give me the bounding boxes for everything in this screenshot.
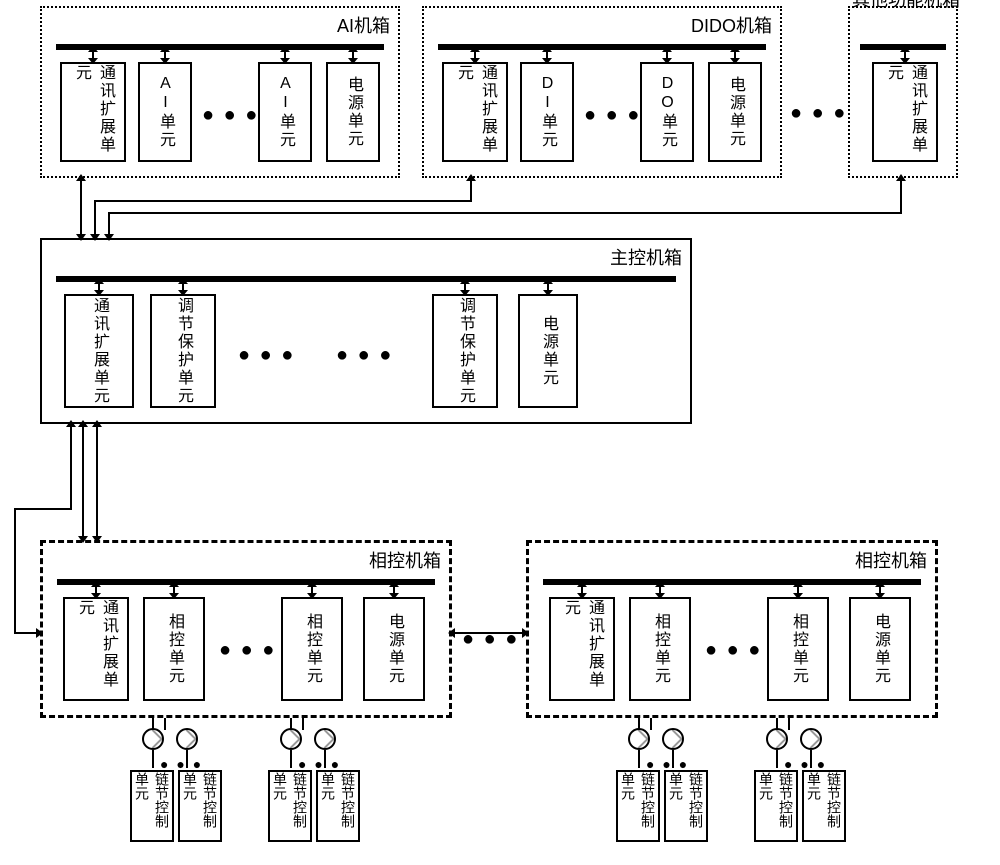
chassis-phase-a: 相控机箱 通讯扩展单元 相控单元 ● ● ● 相控单元 电源单元: [40, 540, 452, 718]
fiber-icon: [142, 728, 164, 750]
chassis-phase-a-bus: [57, 579, 435, 585]
link-ctrl: 链节控制单元: [802, 770, 846, 842]
chassis-main-bus: [56, 276, 676, 282]
fiber-icon: [280, 728, 302, 750]
conn: [96, 424, 98, 540]
main-ellipsis-2: ● ● ●: [336, 344, 393, 367]
link-ctrl: 链节控制单元: [130, 770, 174, 842]
phase-a-unit-1: 相控单元: [143, 597, 205, 701]
conn: [650, 718, 652, 730]
dido-ellipsis: ● ● ●: [584, 104, 641, 127]
conn: [80, 178, 82, 238]
arrow-icon: [522, 628, 529, 638]
fiber-icon: [628, 728, 650, 750]
chassis-dido-title: DIDO机箱: [691, 12, 772, 38]
conn: [788, 718, 790, 730]
chassis-phase-b-title: 相控机箱: [855, 547, 927, 573]
chassis-phase-b-bus: [543, 579, 921, 585]
chassis-main: 主控机箱 通讯扩展单元 调节保护单元 ● ● ● ● ● ● 调节保护单元 电源…: [40, 238, 692, 424]
main-ellipsis-1: ● ● ●: [238, 344, 295, 367]
fiber-icon: [800, 728, 822, 750]
fiber-icon: [766, 728, 788, 750]
chassis-main-title: 主控机箱: [610, 244, 682, 270]
ai-comm-ext: 通讯扩展单元: [60, 62, 126, 162]
dido-power: 电源单元: [708, 62, 762, 162]
link-ctrl: 链节控制单元: [316, 770, 360, 842]
conn: [70, 424, 72, 510]
main-comm-ext: 通讯扩展单元: [64, 294, 134, 408]
main-regprot-1: 调节保护单元: [150, 294, 216, 408]
arrow-icon: [78, 420, 88, 427]
arrow-icon: [36, 628, 43, 638]
chassis-dido: DIDO机箱 通讯扩展单元 DI单元 ● ● ● DO单元 电源单元: [422, 6, 782, 178]
chassis-ai: AI机箱 通讯扩展单元 AI单元 ● ● ● AI单元 电源单元: [40, 6, 400, 178]
top-ellipsis: ● ● ●: [790, 102, 847, 125]
fiber-icon: [176, 728, 198, 750]
fiber-icon: [314, 728, 336, 750]
ai-ellipsis: ● ● ●: [202, 104, 259, 127]
conn: [152, 750, 154, 768]
other-comm-ext: 通讯扩展单元: [872, 62, 938, 162]
conn: [164, 718, 166, 730]
conn: [14, 508, 72, 510]
phase-b-ellipsis: ● ● ●: [705, 639, 762, 662]
link-ctrl: 链节控制单元: [178, 770, 222, 842]
ai-power: 电源单元: [326, 62, 380, 162]
arrow-icon: [92, 536, 102, 543]
phase-a-power: 电源单元: [363, 597, 425, 701]
phase-b-unit-1: 相控单元: [629, 597, 691, 701]
arrow-icon: [448, 628, 455, 638]
arrow-icon: [90, 234, 100, 241]
conn: [290, 750, 292, 768]
conn: [470, 178, 472, 202]
conn: [94, 200, 96, 238]
chassis-other: 其他功能机箱 通讯扩展单元: [848, 6, 958, 178]
chassis-ai-bus: [56, 44, 384, 50]
phase-a-unit-n: 相控单元: [281, 597, 343, 701]
chassis-dido-bus: [438, 44, 766, 50]
arrow-icon: [104, 234, 114, 241]
conn: [776, 750, 778, 768]
do-unit: DO单元: [640, 62, 694, 162]
link-ctrl: 链节控制单元: [754, 770, 798, 842]
conn: [14, 508, 16, 634]
phase-a-comm-ext: 通讯扩展单元: [63, 597, 129, 701]
fiber-icon: [662, 728, 684, 750]
conn: [900, 178, 902, 214]
conn: [302, 718, 304, 730]
arrow-icon: [78, 536, 88, 543]
chassis-phase-a-title: 相控机箱: [369, 547, 441, 573]
conn: [94, 200, 472, 202]
conn: [108, 212, 902, 214]
arrow-icon: [466, 174, 476, 181]
main-power: 电源单元: [518, 294, 578, 408]
conn: [638, 750, 640, 768]
conn: [452, 632, 526, 634]
phase-a-ellipsis: ● ● ●: [219, 639, 276, 662]
phase-b-unit-n: 相控单元: [767, 597, 829, 701]
chassis-phase-b: 相控机箱 通讯扩展单元 相控单元 ● ● ● 相控单元 电源单元: [526, 540, 938, 718]
arrow-icon: [92, 420, 102, 427]
chassis-other-title: 其他功能机箱: [852, 0, 960, 12]
phase-b-comm-ext: 通讯扩展单元: [549, 597, 615, 701]
arrow-icon: [76, 174, 86, 181]
link-ctrl: 链节控制单元: [664, 770, 708, 842]
main-regprot-n: 调节保护单元: [432, 294, 498, 408]
link-ctrl: 链节控制单元: [268, 770, 312, 842]
ai-unit-1: AI单元: [138, 62, 192, 162]
arrow-icon: [76, 234, 86, 241]
di-unit: DI单元: [520, 62, 574, 162]
dido-comm-ext: 通讯扩展单元: [442, 62, 508, 162]
phase-b-power: 电源单元: [849, 597, 911, 701]
arrow-icon: [66, 420, 76, 427]
ai-unit-n: AI单元: [258, 62, 312, 162]
link-ctrl: 链节控制单元: [616, 770, 660, 842]
arrow-icon: [896, 174, 906, 181]
chassis-ai-title: AI机箱: [337, 12, 390, 38]
conn: [82, 424, 84, 540]
diagram-root: AI机箱 通讯扩展单元 AI单元 ● ● ● AI单元 电源单元 DIDO机箱 …: [0, 0, 1000, 865]
